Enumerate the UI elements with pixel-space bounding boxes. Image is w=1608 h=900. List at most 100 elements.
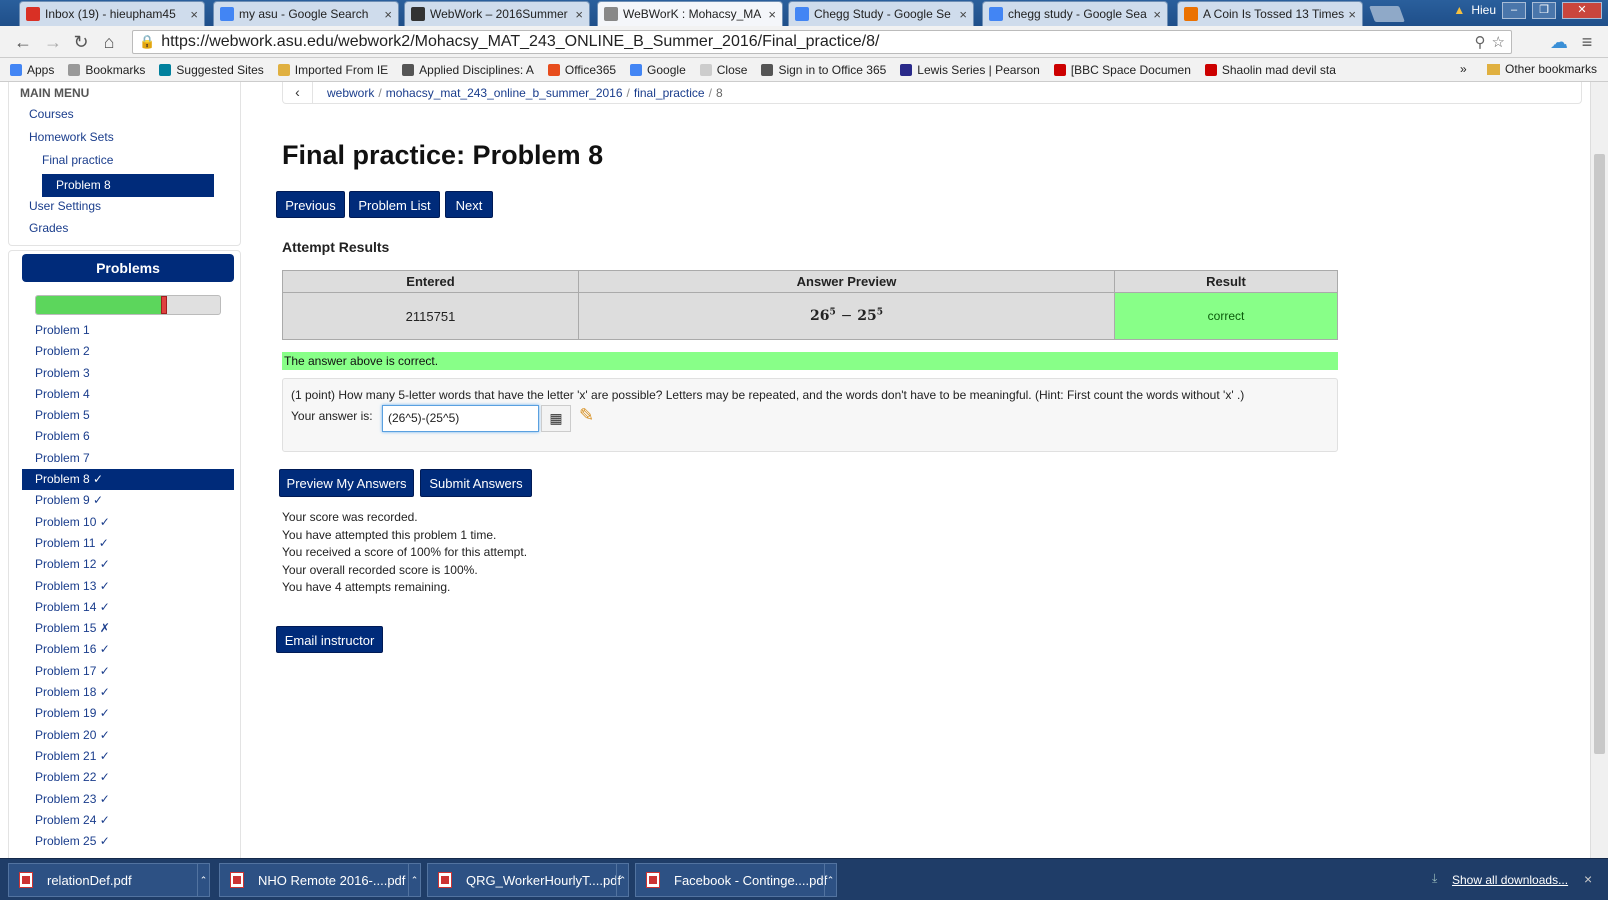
breadcrumb-webwork[interactable]: webwork (327, 86, 374, 100)
preview-answers-button[interactable]: Preview My Answers (279, 469, 414, 497)
profile-name[interactable]: Hieu (1471, 3, 1496, 17)
bookmark-item[interactable]: Office365 (547, 63, 616, 77)
problem-list-item[interactable]: Problem 9 ✓ (22, 490, 234, 511)
download-item[interactable]: QRG_WorkerHourlyT....pdf ⌃ (427, 863, 629, 897)
tab-title: A Coin Is Tossed 13 Times (1203, 7, 1345, 21)
back-arrow-icon[interactable]: ← (12, 31, 34, 53)
problem-list-item[interactable]: Problem 24 ✓ (22, 810, 234, 831)
chevron-up-icon[interactable]: ⌃ (408, 864, 420, 896)
email-instructor-button[interactable]: Email instructor (276, 626, 383, 653)
other-bookmarks[interactable]: Other bookmarks (1487, 62, 1597, 76)
bookmark-item[interactable]: [BBC Space Documen (1053, 63, 1191, 77)
breadcrumb-set[interactable]: final_practice (634, 86, 705, 100)
bookmark-item[interactable]: Lewis Series | Pearson (900, 63, 1040, 77)
minimize-button[interactable]: – (1502, 1, 1526, 19)
problem-list-item[interactable]: Problem 1 (22, 320, 234, 341)
chevron-up-icon[interactable]: ⌃ (616, 864, 628, 896)
close-tab-icon[interactable]: × (1348, 7, 1356, 22)
problem-list-item[interactable]: Problem 23 ✓ (22, 789, 234, 810)
bookmark-item[interactable]: Close (699, 63, 747, 77)
problem-list-item[interactable]: Problem 22 ✓ (22, 767, 234, 788)
problem-list-item[interactable]: Problem 25 ✓ (22, 831, 234, 852)
chevron-up-icon[interactable]: ⌃ (197, 864, 209, 896)
problem-list-item[interactable]: Problem 4 (22, 384, 234, 405)
close-tab-icon[interactable]: × (575, 7, 583, 22)
breadcrumb-back-button[interactable]: ‹ (283, 82, 313, 104)
link-problem-8-active[interactable]: Problem 8 (42, 174, 214, 197)
browser-tab[interactable]: WeBWorK : Mohacsy_MA × (597, 1, 783, 26)
home-icon[interactable]: ⌂ (98, 31, 120, 53)
bookmark-item[interactable]: Apps (10, 63, 54, 77)
close-downloads-bar-icon[interactable]: × (1584, 871, 1592, 887)
chevron-up-icon[interactable]: ⌃ (824, 864, 836, 896)
problem-list-item[interactable]: Problem 11 ✓ (22, 533, 234, 554)
problem-list-item[interactable]: Problem 3 (22, 363, 234, 384)
maximize-button[interactable]: ❐ (1532, 1, 1556, 19)
next-button[interactable]: Next (445, 191, 493, 218)
close-tab-icon[interactable]: × (190, 7, 198, 22)
forward-arrow-icon[interactable]: → (42, 31, 64, 53)
browser-tab[interactable]: A Coin Is Tossed 13 Times × (1177, 1, 1363, 26)
problem-list-item[interactable]: Problem 14 ✓ (22, 597, 234, 618)
problem-list-item[interactable]: Problem 5 (22, 405, 234, 426)
problem-list-button[interactable]: Problem List (349, 191, 440, 218)
breadcrumb-course[interactable]: mohacsy_mat_243_online_b_summer_2016 (386, 86, 623, 100)
problem-list-item[interactable]: Problem 18 ✓ (22, 682, 234, 703)
previous-button[interactable]: Previous (276, 191, 345, 218)
bookmark-item[interactable]: Shaolin mad devil sta (1204, 63, 1336, 77)
link-final-practice[interactable]: Final practice (42, 153, 113, 167)
browser-tab[interactable]: my asu - Google Search × (213, 1, 399, 26)
pencil-edit-icon[interactable]: ✎ (579, 405, 594, 426)
menu-icon[interactable]: ≡ (1576, 31, 1598, 53)
answer-input[interactable]: (26^5)-(25^5) (382, 405, 539, 432)
problem-list-item[interactable]: Problem 16 ✓ (22, 639, 234, 660)
bookmark-item[interactable]: Sign in to Office 365 (761, 63, 886, 77)
browser-tab[interactable]: chegg study - Google Sea × (982, 1, 1168, 26)
star-bookmark-icon[interactable]: ☆ (1492, 33, 1505, 51)
download-item[interactable]: relationDef.pdf ⌃ (8, 863, 210, 897)
bookmark-item[interactable]: Google (630, 63, 686, 77)
close-tab-icon[interactable]: × (959, 7, 967, 22)
problem-list-item[interactable]: Problem 6 (22, 426, 234, 447)
new-tab-button[interactable] (1369, 6, 1405, 22)
problem-list-item[interactable]: Problem 13 ✓ (22, 576, 234, 597)
problem-list-item[interactable]: Problem 17 ✓ (22, 661, 234, 682)
show-all-downloads-link[interactable]: Show all downloads... (1452, 873, 1568, 887)
problem-list-item[interactable]: Problem 20 ✓ (22, 725, 234, 746)
link-homework-sets[interactable]: Homework Sets (29, 130, 114, 144)
browser-tab[interactable]: Inbox (19) - hieupham45 × (19, 1, 205, 26)
page-scrollbar[interactable] (1590, 82, 1608, 858)
link-user-settings[interactable]: User Settings (29, 199, 101, 213)
browser-tab[interactable]: WebWork – 2016Summer × (404, 1, 590, 26)
download-item[interactable]: NHO Remote 2016-....pdf ⌃ (219, 863, 421, 897)
problem-list-item[interactable]: Problem 19 ✓ (22, 703, 234, 724)
bookmark-item[interactable]: Suggested Sites (159, 63, 264, 77)
reload-icon[interactable]: ↻ (70, 31, 92, 53)
problem-list-item[interactable]: Problem 7 (22, 448, 234, 469)
link-courses[interactable]: Courses (29, 107, 74, 121)
close-tab-icon[interactable]: × (384, 7, 392, 22)
link-grades[interactable]: Grades (29, 221, 68, 235)
download-item[interactable]: Facebook - Continge....pdf ⌃ (635, 863, 837, 897)
problem-list-item[interactable]: Problem 21 ✓ (22, 746, 234, 767)
problem-list-item[interactable]: Problem 8 ✓ (22, 469, 234, 491)
bookmark-item[interactable]: Imported From IE (277, 63, 388, 77)
more-bookmarks-button[interactable]: » (1460, 62, 1467, 76)
close-tab-icon[interactable]: × (768, 7, 776, 22)
submit-answers-button[interactable]: Submit Answers (420, 469, 532, 497)
scrollbar-thumb[interactable] (1594, 154, 1605, 754)
bookmark-item[interactable]: Applied Disciplines: A (402, 63, 534, 77)
zoom-icon[interactable]: ⚲ (1475, 33, 1486, 51)
problem-list-item[interactable]: Problem 10 ✓ (22, 512, 234, 533)
equation-keypad-icon[interactable]: ▦ (541, 405, 571, 432)
browser-tab[interactable]: Chegg Study - Google Se × (788, 1, 974, 26)
address-bar[interactable]: 🔒 https://webwork.asu.edu/webwork2/Mohac… (132, 30, 1512, 54)
close-tab-icon[interactable]: × (1153, 7, 1161, 22)
close-window-button[interactable]: ✕ (1562, 1, 1602, 19)
url-text[interactable]: https://webwork.asu.edu/webwork2/Mohacsy… (161, 33, 879, 51)
problem-list-item[interactable]: Problem 15 ✗ (22, 618, 234, 639)
problem-list-item[interactable]: Problem 12 ✓ (22, 554, 234, 575)
bookmark-item[interactable]: Bookmarks (68, 63, 145, 77)
problem-list-item[interactable]: Problem 2 (22, 341, 234, 362)
cloud-extension-icon[interactable]: ☁ (1548, 31, 1570, 53)
